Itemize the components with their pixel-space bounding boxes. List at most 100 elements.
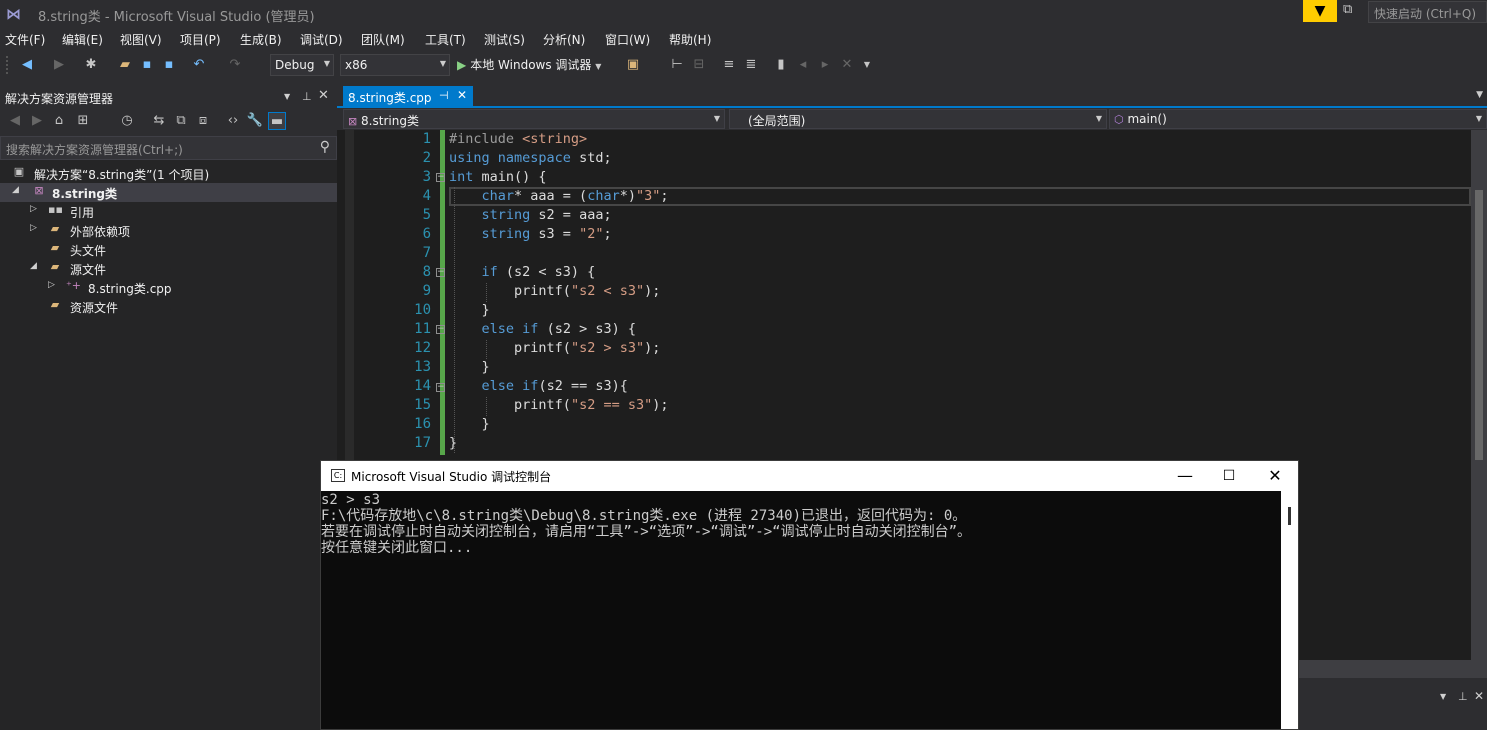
pin-tab-icon[interactable]: ⊣ [439,89,449,102]
console-title-bar[interactable]: C: Microsoft Visual Studio 调试控制台 — ☐ ✕ [321,461,1298,491]
show-all-files-icon[interactable]: ⧈ [194,112,212,130]
switch-views-icon[interactable]: ⊞ [74,112,92,130]
preview-selected-icon[interactable]: ▬ [268,112,286,130]
pin-icon[interactable]: ⊥ [302,90,312,103]
collapse-block-icon[interactable]: − [436,268,445,277]
code-line: #include <string> [449,131,588,147]
pending-changes-icon[interactable]: ◷ [118,112,136,130]
configuration-select[interactable]: Debug ▼ [270,54,334,76]
forward-icon[interactable]: ▶ [28,112,46,130]
pin-icon[interactable]: ⊥ [1458,690,1468,703]
expanded-arrow-icon[interactable]: ◢ [30,261,37,271]
maximize-icon[interactable]: ☐ [1218,465,1240,487]
sync-icon[interactable]: ⇆ [150,112,168,130]
collapse-block-icon[interactable]: − [436,383,445,392]
menu-view[interactable]: 视图(V) [120,31,162,48]
save-all-icon[interactable]: ▪ [160,56,178,74]
code-line: } [449,435,458,451]
console-title: Microsoft Visual Studio 调试控制台 [351,470,552,484]
line-number: 11 [414,321,431,337]
menu-build[interactable]: 生成(B) [240,31,282,48]
view-code-icon[interactable]: ‹› [224,112,242,130]
collapsed-arrow-icon[interactable]: ▷ [48,280,55,290]
toolbar-overflow-icon[interactable]: ▼ [858,56,876,74]
collapse-block-icon[interactable]: − [436,325,445,334]
tree-item-solution[interactable]: ▣ 解决方案“8.string类”(1 个项目) [0,164,337,183]
tree-item-external-deps[interactable]: ▷ ▰ 外部依赖项 [0,221,337,240]
properties-icon[interactable]: 🔧 [246,112,264,130]
menu-project[interactable]: 项目(P) [180,31,221,48]
tab-list-dropdown-icon[interactable]: ▼ [1476,90,1483,100]
menu-debug[interactable]: 调试(D) [300,31,343,48]
home-icon[interactable]: ⌂ [50,112,68,130]
console-scrollbar[interactable] [1281,491,1298,729]
start-debugging-button[interactable]: ▶ 本地 Windows 调试器 ▼ [457,56,601,76]
menu-team[interactable]: 团队(M) [361,31,405,48]
redo-icon[interactable]: ↷ [226,56,244,74]
close-tab-icon[interactable]: ✕ [457,88,467,102]
window-title: 8.string类 - Microsoft Visual Studio (管理员… [38,10,315,25]
panel-menu-icon[interactable]: ▼ [1440,692,1446,701]
collapse-all-icon[interactable]: ⧉ [172,112,190,130]
comment-icon[interactable]: ≡ [720,56,738,74]
clear-bookmarks-icon[interactable]: ✕ [838,56,856,74]
scope-nav-select[interactable]: (全局范围) ▼ [729,109,1107,129]
next-bookmark-icon[interactable]: ▸ [816,56,834,74]
bookmark-icon[interactable]: ▮ [772,56,790,74]
project-nav-select[interactable]: ⊠ 8.string类 ▼ [343,109,725,129]
platform-select[interactable]: x86 ▼ [340,54,450,76]
step-over-icon[interactable]: ⊟ [690,56,708,74]
menu-window[interactable]: 窗口(W) [605,31,650,48]
navigate-back-icon[interactable]: ◀ [18,56,36,74]
line-number: 10 [414,302,431,318]
tree-item-header-files[interactable]: ▰ 头文件 [0,240,337,259]
expanded-arrow-icon[interactable]: ◢ [12,185,19,195]
step-into-icon[interactable]: ⊢ [668,56,686,74]
nav-project-value: 8.string类 [361,114,419,128]
function-icon: ⬡ [1114,113,1124,126]
menu-test[interactable]: 测试(S) [484,31,525,48]
menu-analyze[interactable]: 分析(N) [543,31,585,48]
editor-navigation-bar: ⊠ 8.string类 ▼ (全局范围) ▼ ⬡ main() ▼ [337,108,1487,130]
menu-help[interactable]: 帮助(H) [669,31,711,48]
navigate-forward-icon[interactable]: ▶ [50,56,68,74]
undo-icon[interactable]: ↶ [190,56,208,74]
back-icon[interactable]: ◀ [6,112,24,130]
menu-tools[interactable]: 工具(T) [425,31,466,48]
tree-item-cpp-file[interactable]: ▷ ⁺+ 8.string类.cpp [0,278,337,297]
editor-vertical-scrollbar[interactable] [1471,130,1487,660]
save-icon[interactable]: ▪ [138,56,156,74]
panel-menu-icon[interactable]: ▼ [284,92,290,101]
new-project-icon[interactable]: ✱ [82,56,100,74]
uncomment-icon[interactable]: ≣ [742,56,760,74]
tree-item-project[interactable]: ◢ ⊠ 8.string类 [0,183,337,202]
close-icon[interactable]: ✕ [1264,465,1286,487]
menu-file[interactable]: 文件(F) [5,31,45,48]
minimize-icon[interactable]: — [1174,465,1196,487]
notification-filter-icon[interactable]: ▼ [1303,0,1337,22]
scrollbar-thumb[interactable] [1475,190,1483,460]
prev-bookmark-icon[interactable]: ◂ [794,56,812,74]
solution-search-input[interactable]: 搜索解决方案资源管理器(Ctrl+;) ⚲ [0,136,337,160]
scrollbar-thumb[interactable] [1288,507,1291,525]
feedback-icon[interactable]: ⧉ [1343,2,1361,20]
tab-cpp-file[interactable]: 8.string类.cpp ⊣ ✕ [343,86,473,108]
line-number: 6 [422,226,431,242]
close-icon[interactable]: ✕ [318,88,329,103]
open-file-icon[interactable]: ▰ [116,56,134,74]
tree-item-references[interactable]: ▷ ▪▪ 引用 [0,202,337,221]
menu-edit[interactable]: 编辑(E) [62,31,103,48]
debug-console-window[interactable]: C: Microsoft Visual Studio 调试控制台 — ☐ ✕ s… [320,460,1299,730]
collapsed-arrow-icon[interactable]: ▷ [30,204,37,214]
quick-launch-input[interactable]: 快速启动 (Ctrl+Q) [1368,1,1487,23]
function-nav-select[interactable]: ⬡ main() ▼ [1109,109,1487,129]
search-icon[interactable]: ⚲ [320,139,330,155]
find-in-files-icon[interactable]: ▣ [624,56,642,74]
toolbar-grip[interactable] [6,56,10,74]
collapsed-arrow-icon[interactable]: ▷ [30,223,37,233]
tree-item-resource-files[interactable]: ▰ 资源文件 [0,297,337,316]
tree-item-source-files[interactable]: ◢ ▰ 源文件 [0,259,337,278]
collapse-block-icon[interactable]: − [436,173,445,182]
solution-explorer-title: 解决方案资源管理器 [5,92,114,106]
close-icon[interactable]: ✕ [1474,689,1484,703]
